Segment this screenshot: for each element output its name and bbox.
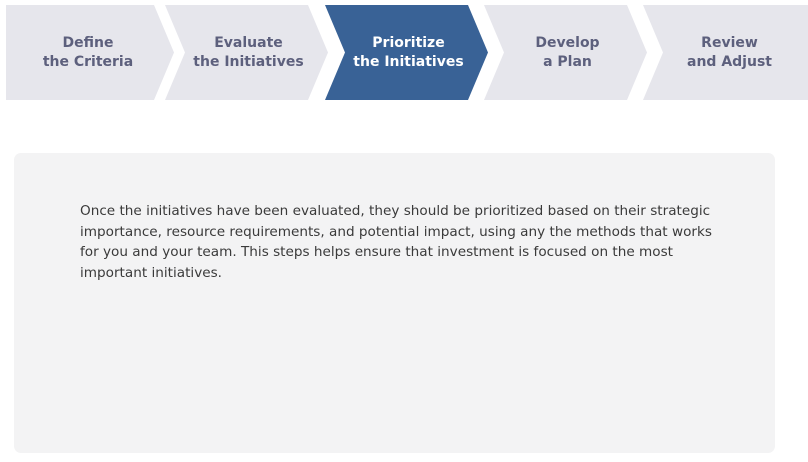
step-review-adjust[interactable]: Review and Adjust [643,5,808,100]
step-label: Develop a Plan [535,34,600,70]
step-develop-plan[interactable]: Develop a Plan [484,5,647,100]
step-label: Review and Adjust [687,34,772,70]
step-define-criteria[interactable]: Define the Criteria [6,5,174,100]
step-description: Once the initiatives have been evaluated… [80,203,712,281]
step-label: Prioritize the Initiatives [353,34,464,70]
step-content-panel: Once the initiatives have been evaluated… [14,153,775,453]
process-steps: Define the Criteria Evaluate the Initiat… [0,0,808,102]
step-label: Define the Criteria [42,34,134,70]
step-prioritize-initiatives[interactable]: Prioritize the Initiatives [325,5,488,100]
step-label: Evaluate the Initiatives [193,34,304,70]
step-evaluate-initiatives[interactable]: Evaluate the Initiatives [165,5,328,100]
